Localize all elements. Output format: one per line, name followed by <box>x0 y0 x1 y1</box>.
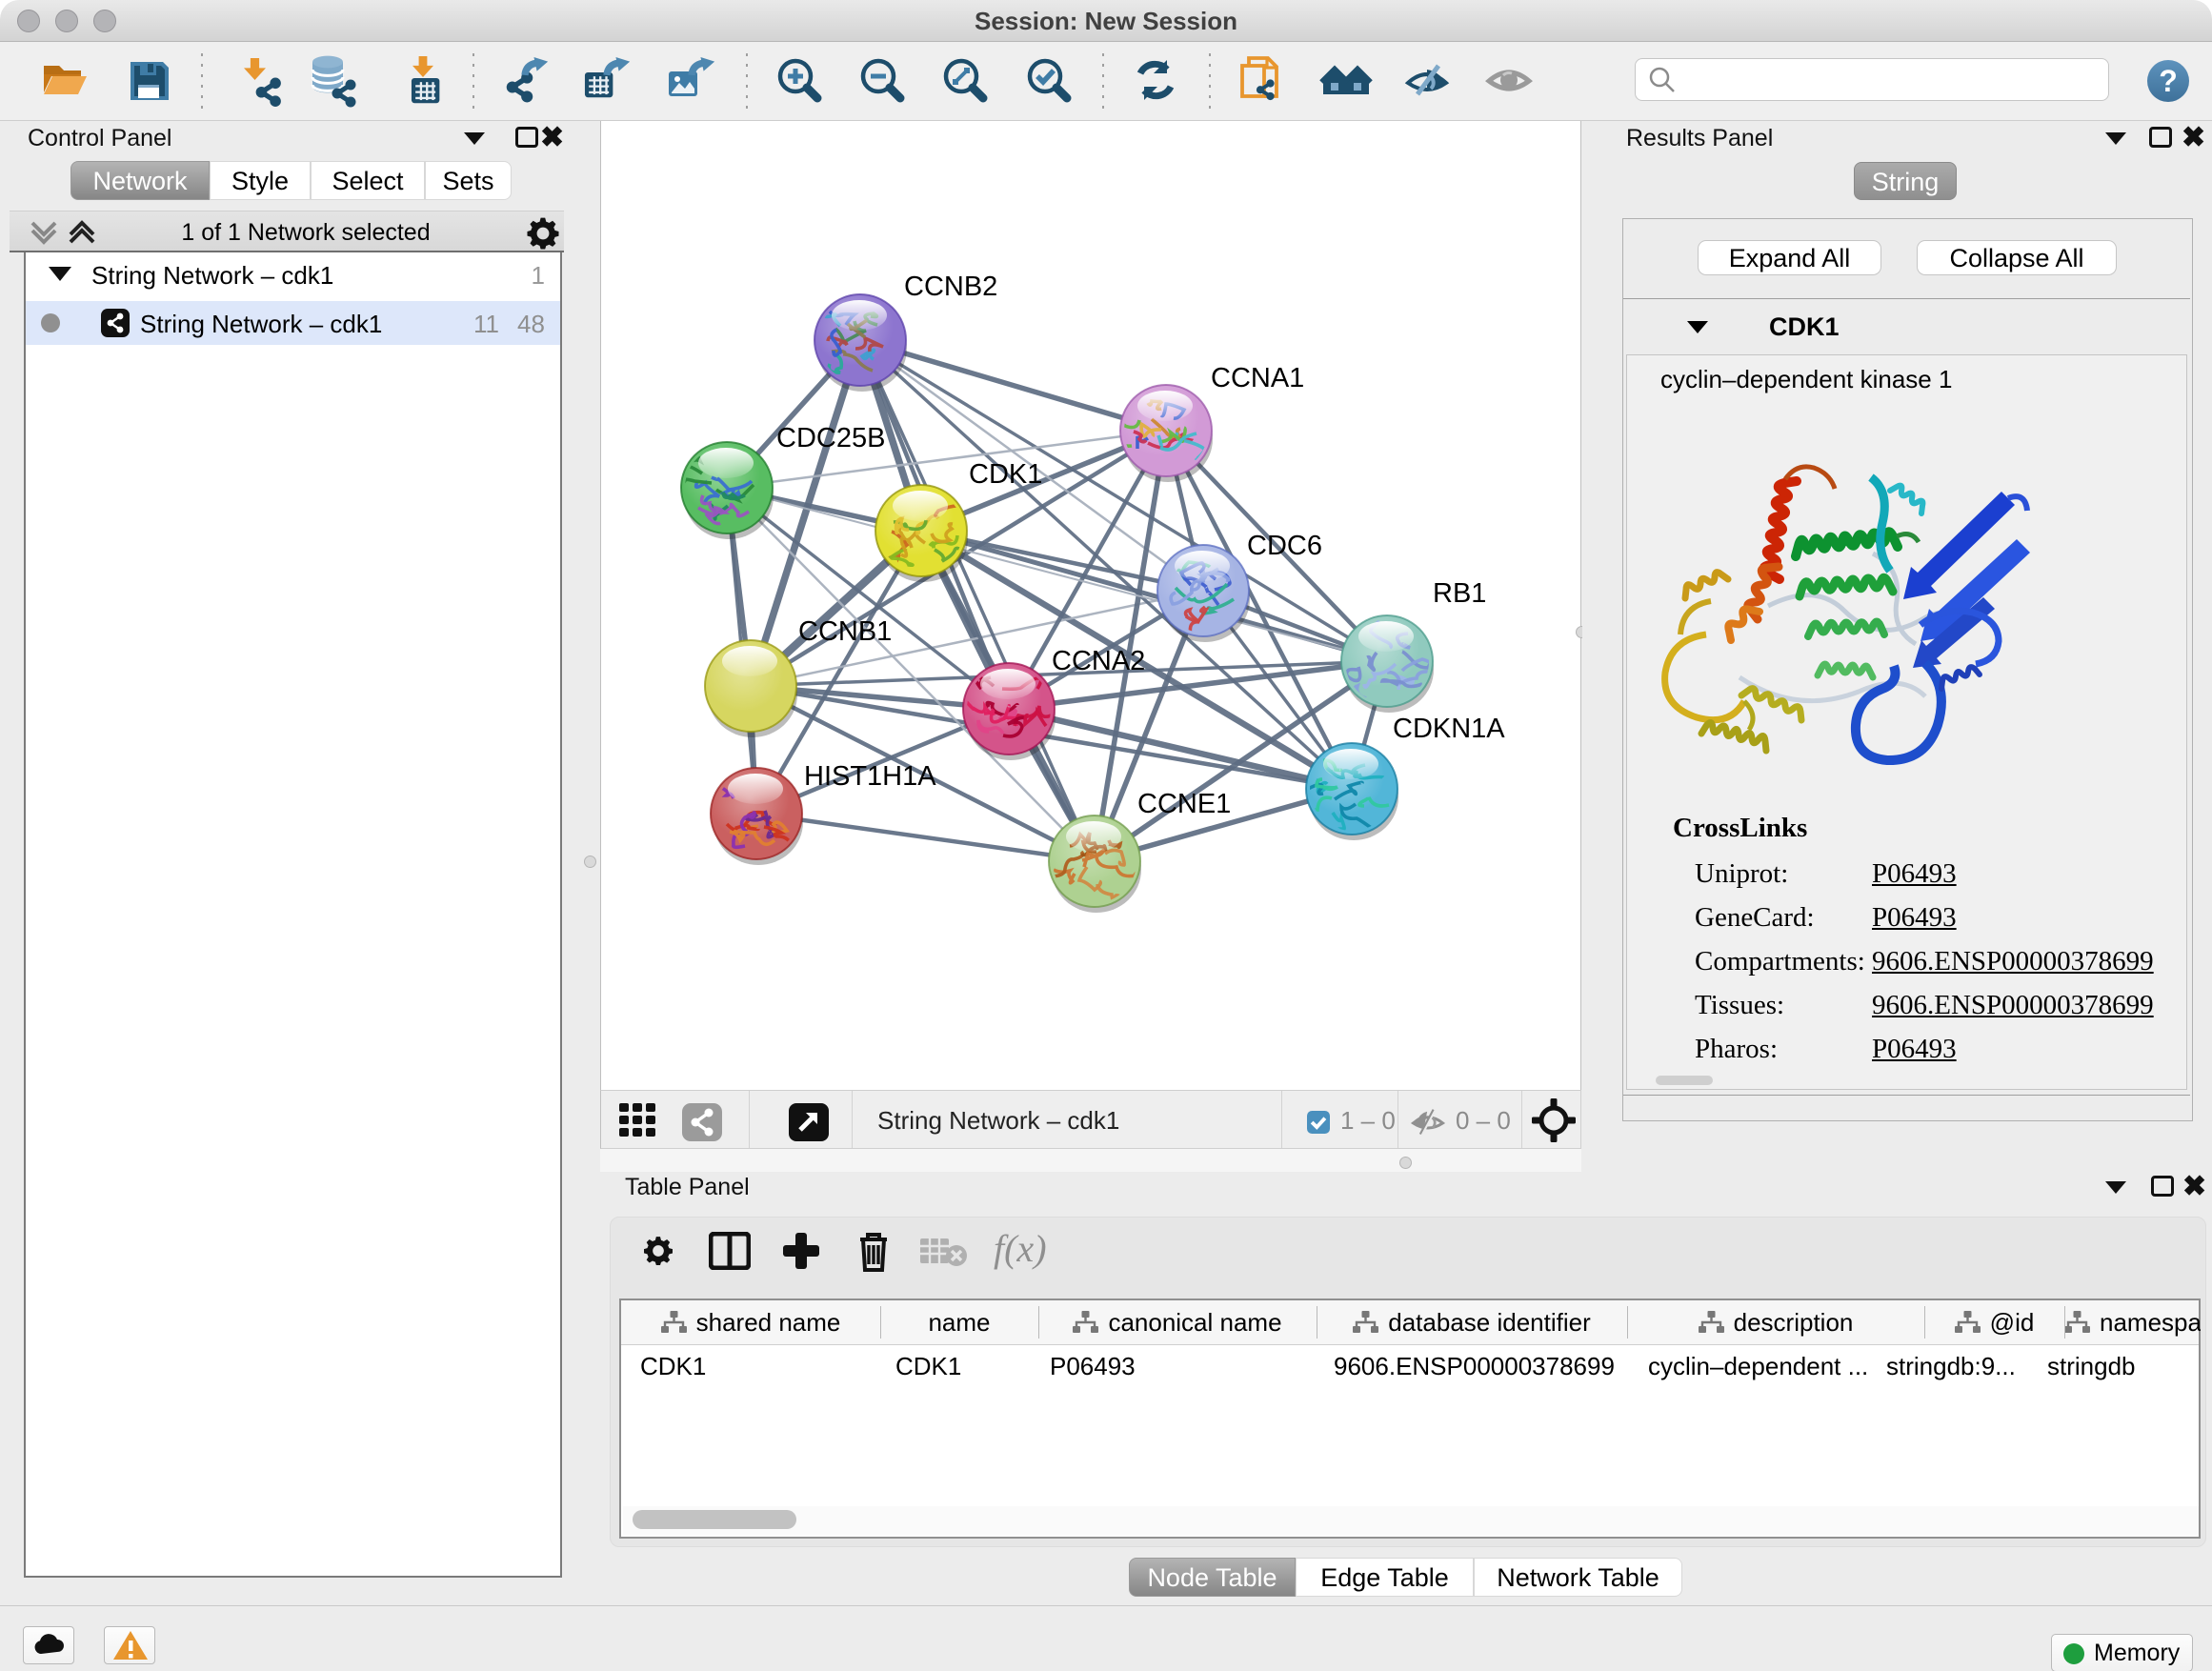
svg-text:HIST1H1A: HIST1H1A <box>804 761 936 792</box>
svg-text:CCNA1: CCNA1 <box>1211 363 1304 393</box>
svg-text:CCNB1: CCNB1 <box>798 616 892 647</box>
svg-text:RB1: RB1 <box>1433 578 1486 609</box>
svg-text:CDC25B: CDC25B <box>776 423 885 453</box>
svg-text:CDC6: CDC6 <box>1247 531 1322 561</box>
svg-text:CDK1: CDK1 <box>969 459 1042 490</box>
svg-text:CCNB2: CCNB2 <box>904 272 997 302</box>
svg-text:CDKN1A: CDKN1A <box>1393 714 1505 744</box>
svg-text:CCNE1: CCNE1 <box>1137 789 1231 819</box>
svg-text:CCNA2: CCNA2 <box>1052 646 1145 676</box>
